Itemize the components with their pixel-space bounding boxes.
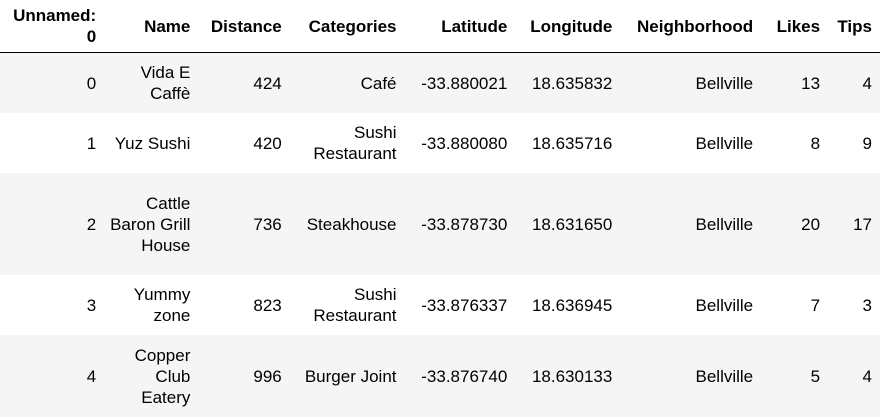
cell-neighborhood: Bellville — [620, 113, 761, 173]
cell-neighborhood: Bellville — [620, 335, 761, 417]
column-header-unnamed-0: Unnamed: 0 — [0, 0, 98, 53]
cell-index: 2 — [0, 173, 98, 275]
cell-categories: Sushi Restaurant — [290, 275, 405, 335]
cell-latitude: -33.878730 — [405, 173, 516, 275]
column-header-longitude: Longitude — [515, 0, 620, 53]
cell-distance: 420 — [198, 113, 289, 173]
column-header-tips: Tips — [828, 0, 880, 53]
column-header-likes: Likes — [761, 0, 828, 53]
cell-name: Yuz Sushi — [98, 113, 198, 173]
cell-likes: 8 — [761, 113, 828, 173]
cell-name: Copper Club Eatery — [98, 335, 198, 417]
header-row: Unnamed: 0 Name Distance Categories Lati… — [0, 0, 880, 53]
cell-likes: 5 — [761, 335, 828, 417]
table-row: 0 Vida E Caffè 424 Café -33.880021 18.63… — [0, 53, 880, 114]
cell-neighborhood: Bellville — [620, 53, 761, 114]
dataframe-table: Unnamed: 0 Name Distance Categories Lati… — [0, 0, 880, 417]
cell-distance: 736 — [198, 173, 289, 275]
cell-longitude: 18.635716 — [515, 113, 620, 173]
cell-categories: Sushi Restaurant — [290, 113, 405, 173]
cell-distance: 823 — [198, 275, 289, 335]
cell-name: Yummy zone — [98, 275, 198, 335]
column-header-name: Name — [98, 0, 198, 53]
cell-tips: 4 — [828, 335, 880, 417]
cell-name: Vida E Caffè — [98, 53, 198, 114]
column-header-categories: Categories — [290, 0, 405, 53]
cell-neighborhood: Bellville — [620, 275, 761, 335]
cell-name: Cattle Baron Grill House — [98, 173, 198, 275]
cell-longitude: 18.630133 — [515, 335, 620, 417]
cell-index: 4 — [0, 335, 98, 417]
cell-tips: 4 — [828, 53, 880, 114]
cell-likes: 13 — [761, 53, 828, 114]
cell-longitude: 18.631650 — [515, 173, 620, 275]
cell-index: 3 — [0, 275, 98, 335]
cell-distance: 996 — [198, 335, 289, 417]
cell-latitude: -33.876740 — [405, 335, 516, 417]
cell-longitude: 18.636945 — [515, 275, 620, 335]
cell-tips: 9 — [828, 113, 880, 173]
cell-distance: 424 — [198, 53, 289, 114]
cell-likes: 7 — [761, 275, 828, 335]
table-header: Unnamed: 0 Name Distance Categories Lati… — [0, 0, 880, 53]
table-row: 2 Cattle Baron Grill House 736 Steakhous… — [0, 173, 880, 275]
cell-likes: 20 — [761, 173, 828, 275]
table-row: 1 Yuz Sushi 420 Sushi Restaurant -33.880… — [0, 113, 880, 173]
table-row: 3 Yummy zone 823 Sushi Restaurant -33.87… — [0, 275, 880, 335]
cell-index: 0 — [0, 53, 98, 114]
cell-categories: Steakhouse — [290, 173, 405, 275]
table-row: 4 Copper Club Eatery 996 Burger Joint -3… — [0, 335, 880, 417]
cell-latitude: -33.880080 — [405, 113, 516, 173]
cell-latitude: -33.880021 — [405, 53, 516, 114]
cell-neighborhood: Bellville — [620, 173, 761, 275]
cell-categories: Café — [290, 53, 405, 114]
table-body: 0 Vida E Caffè 424 Café -33.880021 18.63… — [0, 53, 880, 417]
column-header-neighborhood: Neighborhood — [620, 0, 761, 53]
column-header-latitude: Latitude — [405, 0, 516, 53]
column-header-distance: Distance — [198, 0, 289, 53]
cell-longitude: 18.635832 — [515, 53, 620, 114]
cell-categories: Burger Joint — [290, 335, 405, 417]
cell-index: 1 — [0, 113, 98, 173]
cell-tips: 17 — [828, 173, 880, 275]
cell-latitude: -33.876337 — [405, 275, 516, 335]
cell-tips: 3 — [828, 275, 880, 335]
